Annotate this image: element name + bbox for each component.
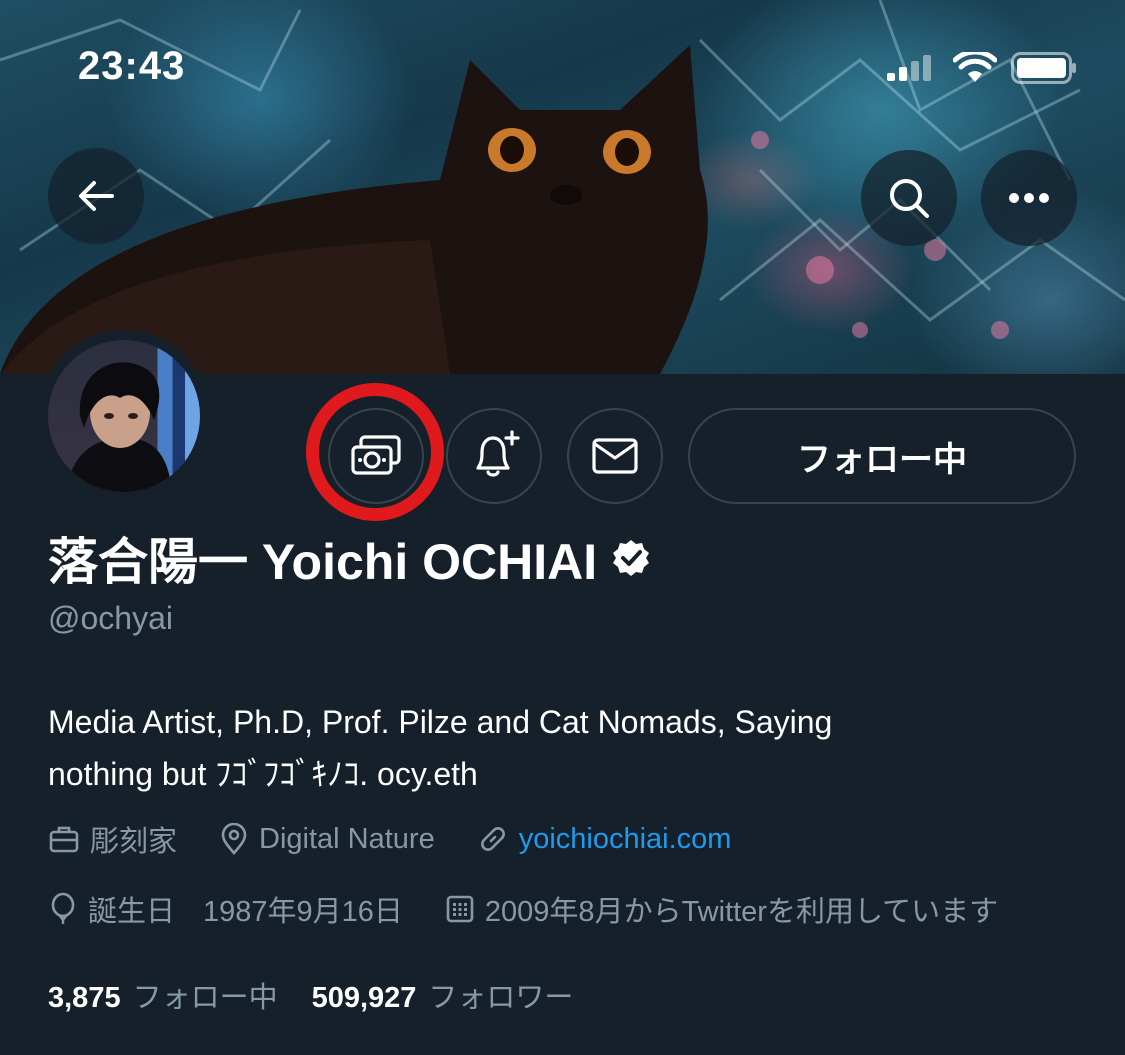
link-icon [480, 827, 505, 851]
follow-stats: 3,875 フォロー中 509,927 フォロワー [48, 974, 607, 1016]
mail-icon [592, 438, 638, 474]
joined-date: 2009年8月からTwitterを利用しています [445, 888, 998, 930]
bio-line-2: nothing but ﾌｺﾞﾌｺﾞｷﾉｺ. ocy.eth [48, 756, 478, 792]
bio-line-1: Media Artist, Ph.D, Prof. Pilze and Cat … [48, 704, 833, 740]
avatar-image [48, 340, 200, 492]
avatar-portrait [66, 362, 172, 492]
battery-icon [1011, 52, 1076, 84]
search-icon [890, 179, 929, 218]
wifi-icon [953, 52, 997, 82]
briefcase-icon [49, 826, 79, 853]
followers-count[interactable]: 509,927 [312, 982, 417, 1015]
profile-handle: @ochyai [48, 600, 173, 636]
profile-meta-row-2: 誕生日 1987年9月16日 2009年8月からTwitterを利用しています [48, 888, 1040, 930]
verified-badge-icon [613, 540, 650, 576]
website-link[interactable]: yoichiochiai.com [519, 823, 732, 856]
bell-plus-icon [476, 430, 520, 477]
more-button[interactable] [981, 150, 1077, 246]
avatar[interactable] [38, 330, 210, 502]
notifications-button[interactable] [446, 408, 542, 504]
back-button[interactable] [48, 148, 144, 244]
birthday-label: 誕生日 [88, 896, 176, 928]
status-icons [887, 52, 1077, 84]
followers-label[interactable]: フォロワー [428, 974, 573, 1016]
signal-icon [887, 55, 931, 81]
profile-name-row: 落合陽一 Yoichi OCHIAI [48, 522, 651, 594]
location-text: Digital Nature [259, 822, 435, 855]
message-button[interactable] [567, 408, 663, 504]
calendar-icon [446, 895, 474, 923]
profession: 彫刻家 [48, 818, 177, 860]
birthday: 誕生日 1987年9月16日 [48, 888, 403, 930]
money-icon [351, 435, 401, 475]
profile-name: 落合陽一 Yoichi OCHIAI [48, 534, 598, 590]
profile-bio: Media Artist, Ph.D, Prof. Pilze and Cat … [48, 696, 1078, 800]
birthday-date: 1987年9月16日 [203, 896, 403, 928]
arrow-left-icon [79, 181, 114, 211]
joined-text: 2009年8月からTwitterを利用しています [484, 896, 999, 928]
search-button[interactable] [861, 150, 957, 246]
profession-text: 彫刻家 [90, 826, 178, 858]
website[interactable]: yoichiochiai.com [477, 823, 732, 856]
profile-meta-row-1: 彫刻家 Digital Nature yoichiochiai.com [48, 818, 773, 860]
following-label[interactable]: フォロー中 [133, 974, 278, 1016]
status-time: 23:43 [78, 44, 186, 88]
location: Digital Nature [219, 823, 435, 856]
profile-banner: 23:43 [0, 0, 1125, 374]
balloon-icon [51, 892, 75, 924]
tip-button[interactable] [328, 408, 424, 504]
more-horizontal-icon [1009, 193, 1049, 203]
location-pin-icon [221, 823, 247, 855]
following-count[interactable]: 3,875 [48, 982, 121, 1015]
following-button[interactable]: フォロー中 [688, 408, 1076, 504]
